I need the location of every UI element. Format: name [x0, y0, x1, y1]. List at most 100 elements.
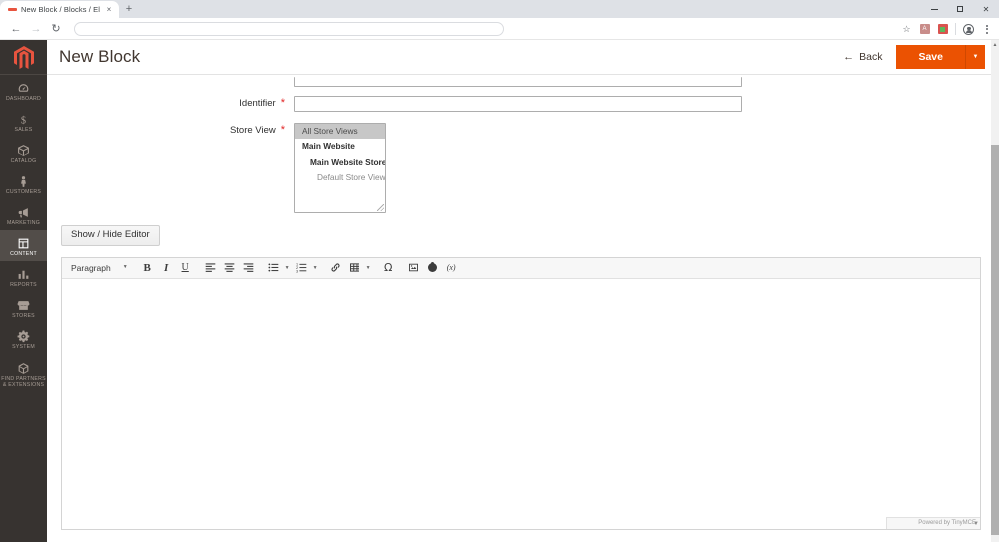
table-dropdown[interactable]: ▼	[364, 259, 373, 276]
sidebar-item-system[interactable]: System	[0, 323, 47, 354]
browser-menu-icon[interactable]	[978, 21, 995, 38]
widget-icon	[427, 261, 437, 272]
extension-second-icon[interactable]	[934, 21, 951, 38]
svg-text:$: $	[21, 115, 26, 126]
sidebar-item-dashboard[interactable]: Dashboard	[0, 75, 47, 106]
sidebar-item-sales[interactable]: $ Sales	[0, 106, 47, 137]
resize-handle-icon[interactable]	[377, 204, 384, 211]
align-center-button[interactable]	[220, 259, 239, 276]
underline-icon: U	[181, 262, 189, 273]
variable-icon: (x)	[446, 263, 456, 272]
sidebar-item-label: Customers	[5, 189, 42, 195]
window-minimize-button[interactable]	[921, 0, 947, 18]
magento-logo[interactable]	[0, 40, 47, 75]
save-button[interactable]: Save	[896, 45, 965, 69]
sidebar-item-label: Stores	[12, 313, 35, 319]
browser-toolbar: ← → ↻ ☆ A	[0, 18, 999, 40]
align-right-button[interactable]	[239, 259, 258, 276]
sidebar-item-stores[interactable]: Stores	[0, 292, 47, 323]
wysiwyg-editor: Paragraph ▼ B I U ▼ 1 2 3 ▼ ▼ Ω (x) Powe…	[61, 256, 981, 530]
browser-tab-strip: New Block / Blocks / Elements / × + ✕	[0, 0, 999, 18]
page-header: New Block ← Back Save ▼	[47, 40, 999, 75]
special-character-button[interactable]: Ω	[379, 259, 398, 276]
sidebar-item-label: Catalog	[10, 158, 37, 164]
save-dropdown-toggle[interactable]: ▼	[965, 45, 985, 69]
show-hide-editor-button[interactable]: Show / Hide Editor	[61, 225, 160, 246]
sidebar-item-find-partners-extensions[interactable]: Find Partners & Extensions	[0, 354, 47, 392]
save-button-group: Save ▼	[896, 45, 985, 69]
back-button-label: Back	[859, 51, 883, 63]
numbered-list-icon: 123	[296, 262, 307, 273]
insert-table-button[interactable]	[345, 259, 364, 276]
insert-image-button[interactable]	[404, 259, 423, 276]
tab-close-icon[interactable]: ×	[104, 5, 114, 15]
insert-variable-button[interactable]: (x)	[442, 259, 461, 276]
back-navigation-icon[interactable]: ←	[6, 19, 26, 39]
title-input[interactable]	[294, 77, 742, 87]
store-view-option-all-store-views[interactable]: All Store Views	[295, 124, 385, 140]
admin-sidebar: Dashboard $ Sales Catalog Customers Mark…	[0, 40, 47, 542]
box-icon	[17, 144, 30, 157]
sidebar-item-reports[interactable]: Reports	[0, 261, 47, 292]
insert-widget-button[interactable]	[423, 259, 442, 276]
browser-tab[interactable]: New Block / Blocks / Elements / ×	[0, 1, 119, 18]
bullet-list-dropdown[interactable]: ▼	[283, 259, 292, 276]
editor-scroll-down-icon[interactable]: ▼	[973, 521, 979, 527]
sidebar-item-content[interactable]: Content	[0, 230, 47, 261]
form-row-identifier: Identifier *	[47, 96, 991, 112]
identifier-input[interactable]	[294, 96, 742, 112]
profile-avatar-icon[interactable]	[960, 21, 977, 38]
scroll-up-arrow-icon[interactable]: ▲	[991, 40, 999, 49]
underline-button[interactable]: U	[176, 259, 195, 276]
dollar-icon: $	[17, 113, 30, 126]
storefront-icon	[17, 299, 30, 312]
identifier-label: Identifier *	[47, 96, 294, 112]
align-left-icon	[205, 262, 216, 273]
italic-button[interactable]: I	[157, 259, 176, 276]
reload-icon[interactable]: ↻	[46, 19, 66, 39]
table-icon	[349, 262, 360, 273]
sidebar-item-label: Find Partners & Extensions	[1, 375, 46, 388]
image-icon	[408, 262, 419, 273]
gear-icon	[17, 330, 30, 343]
address-bar-input[interactable]	[74, 21, 504, 36]
sidebar-item-catalog[interactable]: Catalog	[0, 137, 47, 168]
page-scrollbar-thumb[interactable]	[991, 145, 999, 535]
format-select[interactable]: Paragraph ▼	[66, 260, 132, 276]
chevron-down-icon: ▼	[284, 264, 290, 271]
editor-content-area[interactable]	[62, 278, 980, 529]
editor-status-bar: Powered by TinyMCE	[886, 516, 980, 529]
store-view-multiselect[interactable]: All Store Views Main Website Main Websit…	[294, 123, 386, 213]
sidebar-item-marketing[interactable]: Marketing	[0, 199, 47, 230]
bullet-list-button[interactable]	[264, 259, 283, 276]
sidebar-item-customers[interactable]: Customers	[0, 168, 47, 199]
editor-toolbar: Paragraph ▼ B I U ▼ 1 2 3 ▼ ▼ Ω (x)	[62, 257, 980, 279]
sidebar-item-label: Marketing	[6, 220, 41, 226]
sidebar-item-label: Content	[10, 251, 37, 257]
window-maximize-button[interactable]	[947, 0, 973, 18]
store-view-option-main-website[interactable]: Main Website	[295, 139, 385, 154]
store-view-option-main-website-store[interactable]: Main Website Store	[295, 155, 385, 170]
store-view-option-default-store-view[interactable]: Default Store View	[295, 170, 385, 185]
sidebar-item-label: Reports	[10, 282, 37, 288]
window-close-button[interactable]: ✕	[973, 0, 999, 18]
insert-link-button[interactable]	[326, 259, 345, 276]
extension-pdf-icon[interactable]: A	[916, 21, 933, 38]
bold-button[interactable]: B	[138, 259, 157, 276]
format-select-label: Paragraph	[71, 262, 111, 273]
forward-navigation-icon[interactable]: →	[26, 19, 46, 39]
block-form: Identifier * Store View * All Store View…	[47, 75, 991, 213]
bookmark-star-icon[interactable]: ☆	[898, 21, 915, 38]
chevron-down-icon: ▼	[122, 264, 128, 270]
numbered-list-dropdown[interactable]: ▼	[311, 259, 320, 276]
required-asterisk-icon: *	[280, 124, 285, 136]
new-tab-button[interactable]: +	[119, 1, 139, 18]
align-right-icon	[243, 262, 254, 273]
numbered-list-button[interactable]: 123	[292, 259, 311, 276]
bar-chart-icon	[17, 268, 30, 281]
form-row-title-clipped	[47, 77, 991, 87]
page-scrollbar[interactable]: ▲	[991, 40, 999, 542]
align-left-button[interactable]	[201, 259, 220, 276]
back-button[interactable]: ← Back	[843, 51, 882, 63]
store-view-label-text: Store View	[229, 125, 276, 136]
